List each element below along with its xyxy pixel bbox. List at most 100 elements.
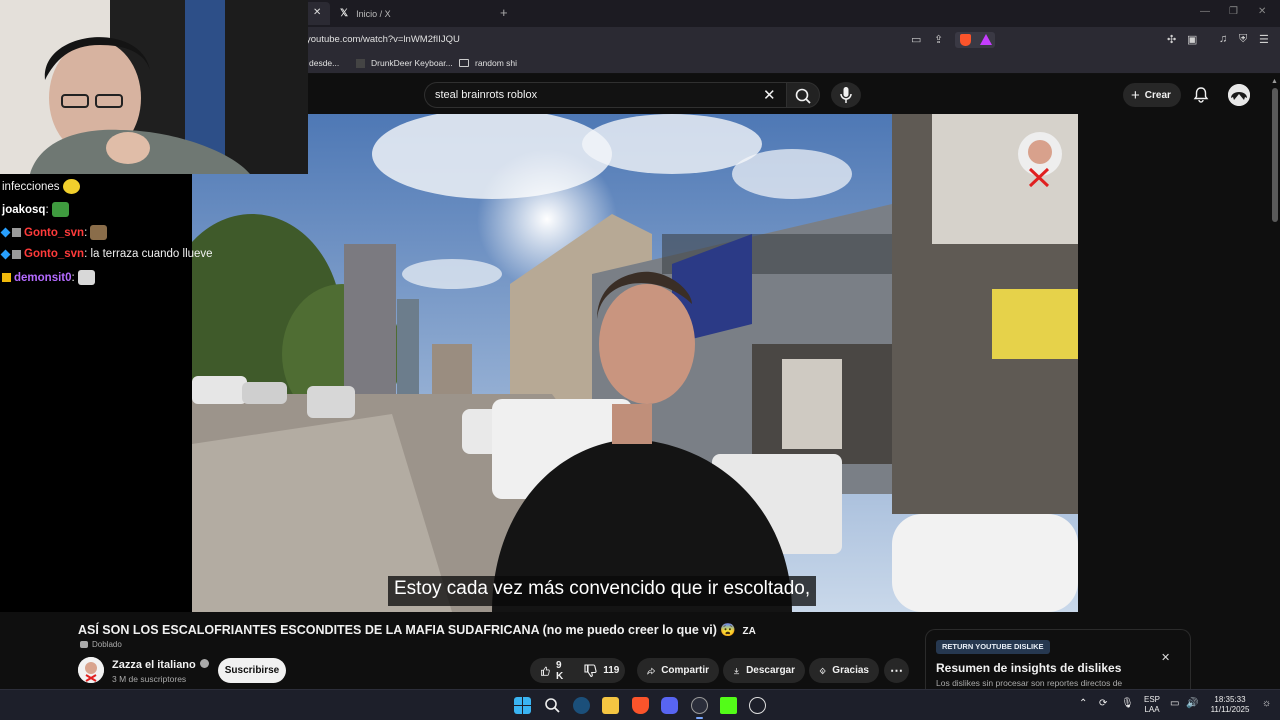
tray-chevron-icon[interactable]: ⌃ xyxy=(1079,699,1087,709)
chat-text: infecciones xyxy=(2,180,60,193)
verified-icon xyxy=(199,659,209,668)
channel-avatar[interactable] xyxy=(78,657,104,683)
bookmark-label: random shi xyxy=(475,58,518,68)
tab-x[interactable]: 𝕏 Inicio / X xyxy=(332,2,482,25)
x-logo-icon: 𝕏 xyxy=(340,8,349,19)
vpn-icon[interactable]: ⛨ xyxy=(1239,33,1247,46)
create-label: Crear xyxy=(1144,89,1171,101)
language-indicator[interactable]: ESP LAA xyxy=(1141,695,1163,715)
notification-center-icon[interactable]: ☼ xyxy=(1262,699,1271,709)
like-button[interactable]: 9 K xyxy=(540,660,567,682)
close-window-icon[interactable]: ✕ xyxy=(1258,6,1266,17)
video-player[interactable] xyxy=(192,114,1078,612)
scroll-up-icon[interactable]: ▲ xyxy=(1271,78,1278,85)
crown-badge-icon xyxy=(2,273,11,282)
download-label: Descargar xyxy=(746,665,795,676)
brave-rewards-icon[interactable] xyxy=(980,34,992,45)
thanks-label: Gracias xyxy=(832,665,869,676)
tab-x-label: Inicio / X xyxy=(356,8,391,19)
keyboard-layout: LAA xyxy=(1144,705,1160,714)
channel-name[interactable]: Zazza el italiano xyxy=(112,659,209,671)
sword-badge-icon xyxy=(0,249,11,259)
search-button[interactable] xyxy=(786,82,820,108)
create-button[interactable]: + Crear xyxy=(1123,83,1181,107)
video-title: ASÍ SON LOS ESCALOFRIANTES ESCONDITES DE… xyxy=(78,623,756,638)
more-icon: ⋯ xyxy=(890,662,903,678)
menu-icon[interactable]: ☰ xyxy=(1259,33,1269,46)
chat-username[interactable]: demonsit0 xyxy=(14,272,72,284)
app-icon[interactable] xyxy=(749,697,766,714)
channel-avatar-icon xyxy=(78,657,104,683)
thumbs-down-icon xyxy=(584,663,597,677)
share-icon[interactable]: ⇪ xyxy=(934,33,943,46)
search-query: steal brainrots roblox xyxy=(435,89,538,101)
like-count: 9 K xyxy=(556,659,564,682)
emote-icon xyxy=(77,270,95,285)
url-field[interactable]: youtube.com/watch?v=lnWM2fIIJQU xyxy=(306,34,460,45)
webcam-feed xyxy=(0,0,308,174)
dislike-insights-panel: RETURN YOUTUBE DISLIKE ✕ Resumen de insi… xyxy=(925,629,1191,689)
video-subtitle: Estoy cada vez más convencido que ir esc… xyxy=(388,576,817,606)
language-code: ESP xyxy=(1143,695,1160,704)
clear-search-icon[interactable]: ✕ xyxy=(763,86,776,104)
channel-name-text: Zazza el italiano xyxy=(112,659,196,671)
page-scrollbar[interactable] xyxy=(1272,88,1278,222)
folder-icon xyxy=(459,59,469,67)
active-app-indicator xyxy=(696,717,703,719)
volume-icon[interactable]: 🔊 xyxy=(1186,699,1198,709)
panel-title: Resumen de insights de dislikes xyxy=(936,661,1122,675)
emote-icon xyxy=(90,225,108,240)
close-panel-icon[interactable]: ✕ xyxy=(1161,651,1170,664)
bookmark-item[interactable]: DrunkDeer Keyboar... xyxy=(356,58,453,68)
brave-shield-icon[interactable] xyxy=(960,34,971,46)
kick-icon[interactable] xyxy=(720,697,737,714)
chat-username[interactable]: Gonto_svn xyxy=(24,248,84,260)
notifications-bell-icon[interactable] xyxy=(1192,86,1210,104)
close-tab-icon[interactable]: ✕ xyxy=(313,7,321,18)
media-icon[interactable]: ♫ xyxy=(1219,33,1227,45)
clock-date: 11/11/2025 xyxy=(1210,705,1250,714)
obs-icon[interactable] xyxy=(691,697,708,714)
drunkdeer-icon xyxy=(356,58,365,68)
bookmark-label: DrunkDeer Keyboar... xyxy=(371,58,453,68)
download-button[interactable]: Descargar xyxy=(723,658,805,683)
minimize-icon[interactable]: — xyxy=(1200,6,1210,17)
share-button[interactable]: Compartir xyxy=(637,658,719,683)
sub-badge-icon xyxy=(12,228,21,237)
dislike-button[interactable]: 119 xyxy=(583,663,619,678)
sidebar-icon[interactable]: ▣ xyxy=(1187,33,1197,46)
dubbed-text: Doblado xyxy=(92,640,122,649)
sword-badge-icon xyxy=(0,227,11,238)
more-actions-button[interactable]: ⋯ xyxy=(884,658,909,683)
file-explorer-icon[interactable] xyxy=(602,697,619,714)
chat-username[interactable]: Gonto_svn xyxy=(24,227,84,239)
windows-taskbar: ⌃ ⟳ 🎙 ESP LAA ▭ 🔊 18:35:33 11/11/2025 ☼ xyxy=(0,689,1280,720)
video-frame xyxy=(192,114,1078,612)
brave-browser-icon[interactable] xyxy=(632,697,649,714)
maximize-icon[interactable]: ❐ xyxy=(1229,6,1238,17)
sync-icon[interactable]: ⟳ xyxy=(1099,699,1107,709)
bookmark-folder[interactable]: random shi xyxy=(459,58,517,68)
cast-icon[interactable]: ▭ xyxy=(911,33,921,46)
taskbar-search-icon[interactable] xyxy=(544,697,561,714)
account-avatar[interactable] xyxy=(1228,84,1250,106)
plus-icon: + xyxy=(1131,86,1140,104)
subscribe-button[interactable]: Suscribirse xyxy=(218,658,286,683)
windows-start-icon[interactable] xyxy=(514,697,531,714)
network-icon[interactable]: ▭ xyxy=(1170,699,1179,709)
steam-icon[interactable] xyxy=(573,697,590,714)
chat-username[interactable]: joakosq xyxy=(2,204,45,216)
new-tab-icon[interactable]: + xyxy=(500,5,508,20)
chat-message: demonsit0: xyxy=(2,270,95,285)
thanks-button[interactable]: $ Gracias xyxy=(809,658,879,683)
voice-search-button[interactable] xyxy=(831,82,861,108)
webcam-overlay xyxy=(0,0,308,174)
discord-icon[interactable] xyxy=(661,697,678,714)
search-input[interactable]: steal brainrots roblox ✕ xyxy=(424,82,786,108)
dubbed-icon xyxy=(80,641,88,648)
extensions-icon[interactable]: ✣ xyxy=(1167,33,1176,46)
tray-mic-icon[interactable]: 🎙 xyxy=(1121,699,1134,709)
panel-subtitle: Los dislikes sin procesar son reportes d… xyxy=(936,678,1123,688)
bookmark-item[interactable]: desde... xyxy=(309,58,339,68)
clock[interactable]: 18:35:33 11/11/2025 xyxy=(1207,695,1253,715)
